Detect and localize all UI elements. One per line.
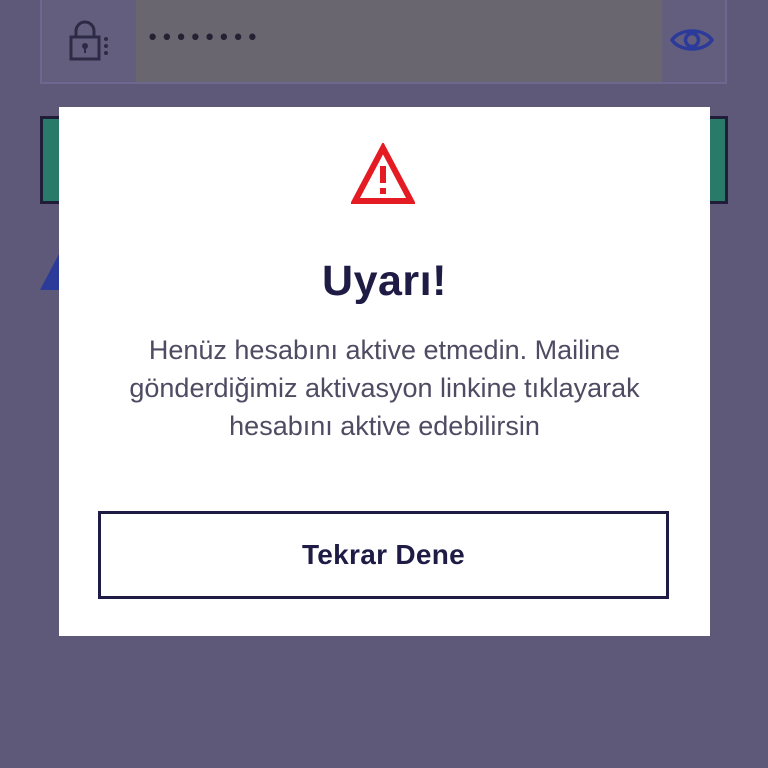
eye-icon[interactable] — [659, 0, 725, 82]
lock-icon — [42, 0, 136, 82]
alert-dialog: Uyarı! Henüz hesabını aktive etmedin. Ma… — [59, 107, 710, 636]
screen: •••••••• Uyarı! Henüz hesabını aktive et… — [0, 0, 768, 768]
background-shape — [40, 252, 60, 290]
password-row: •••••••• — [40, 0, 727, 84]
password-mask: •••••••• — [146, 26, 260, 51]
retry-button[interactable]: Tekrar Dene — [98, 511, 669, 599]
dialog-message: Henüz hesabını aktive etmedin. Mailine g… — [129, 335, 640, 441]
dialog-title: Uyarı! — [322, 257, 447, 305]
warning-icon — [350, 141, 416, 207]
password-input[interactable]: •••••••• — [136, 0, 662, 82]
